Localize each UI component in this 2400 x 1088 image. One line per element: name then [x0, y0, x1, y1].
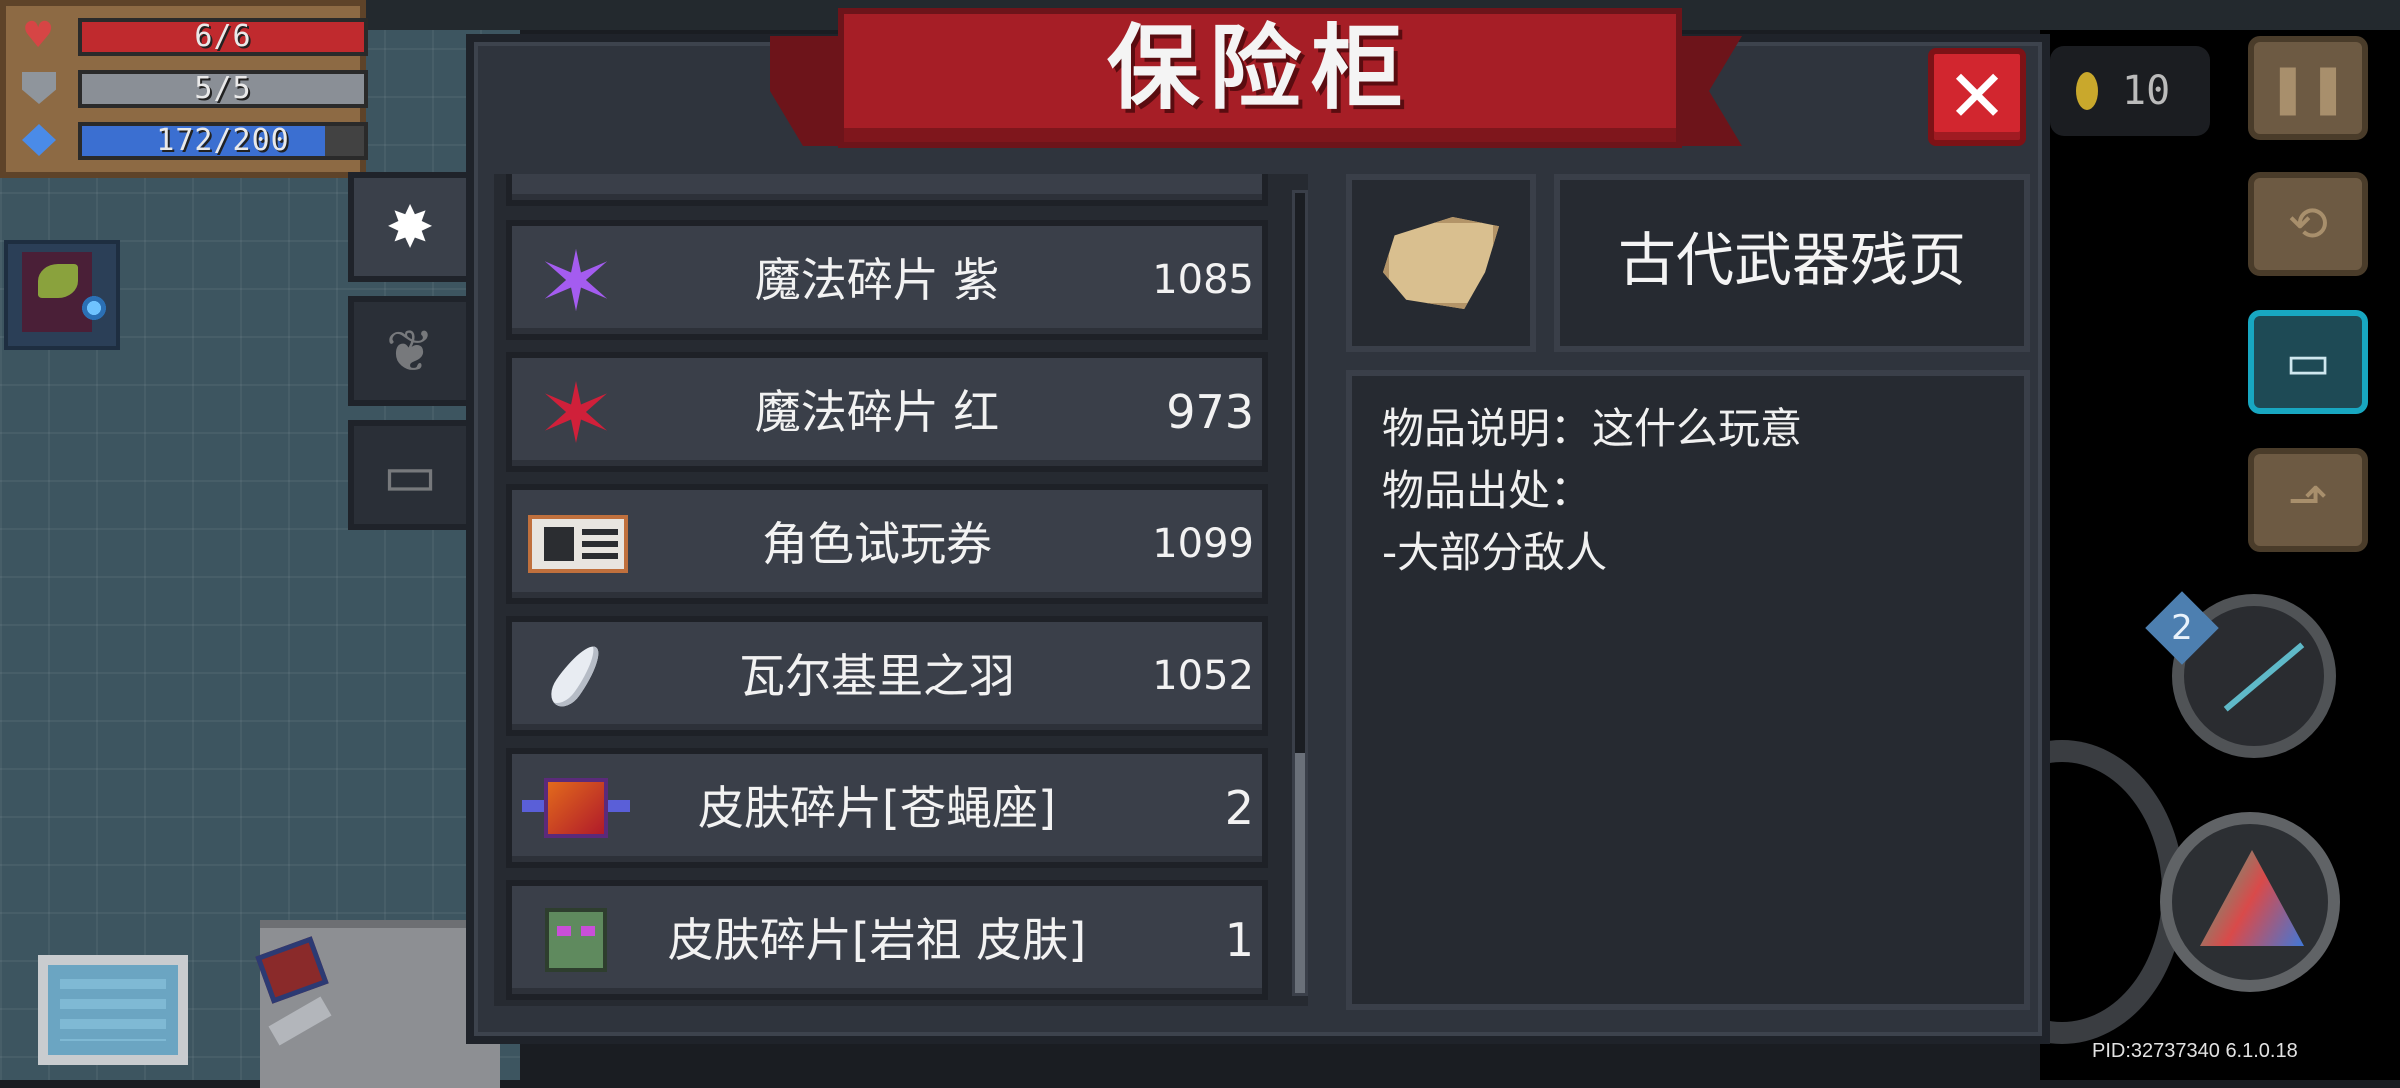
monitor-prop: [38, 955, 188, 1065]
plant-icon: ❦: [385, 317, 435, 385]
item-count: 1085: [1152, 257, 1254, 303]
armor-row: 5/5: [22, 68, 368, 108]
item-name: 皮肤碎片[苍蝇座]: [698, 781, 1056, 835]
health-row: ♥ 6/6: [22, 15, 368, 56]
health-value: 6/6: [194, 19, 252, 54]
coin-counter: 10: [2050, 46, 2210, 136]
item-name: 瓦尔基里之羽: [739, 649, 1015, 703]
item-count: 2: [1224, 781, 1254, 835]
item-name: 角色试玩券: [762, 517, 992, 571]
title-banner: 保险柜: [838, 8, 1682, 148]
health-bar: 6/6: [78, 18, 368, 56]
skin-fragment-fly-icon: [522, 776, 630, 840]
armor-bar: 5/5: [78, 70, 368, 108]
exit-button[interactable]: ⬏: [2248, 448, 2368, 552]
item-count: 973: [1166, 385, 1254, 439]
heart-icon: ♥: [22, 15, 55, 56]
inventory-icon: ▭: [2285, 334, 2331, 390]
skill-icon: [2200, 850, 2304, 946]
ticket-icon: ▭: [382, 441, 438, 509]
energy-value: 172/200: [156, 123, 290, 158]
close-button[interactable]: ✕: [1928, 48, 2026, 146]
list-item[interactable]: 皮肤碎片[岩祖 皮肤] 1: [506, 880, 1268, 1000]
list-item[interactable]: 角色试玩券 1099: [506, 484, 1268, 604]
energy-icon: [22, 124, 56, 156]
inventory-button[interactable]: ▭: [2248, 310, 2368, 414]
item-name: 魔法碎片 红: [754, 385, 1000, 439]
list-item[interactable]: 魔法碎片 红 973: [506, 352, 1268, 472]
detail-description: 物品说明：这什么玩意 物品出处： -大部分敌人: [1346, 370, 2030, 1010]
tab-materials[interactable]: ✸: [348, 172, 466, 282]
item-count: 1099: [1152, 521, 1254, 567]
list-scrollbar[interactable]: [1292, 190, 1308, 996]
pause-button[interactable]: ❚❚: [2248, 36, 2368, 140]
scrollbar-thumb[interactable]: [1295, 753, 1305, 993]
item-name: 魔法碎片 紫: [754, 253, 1000, 307]
plant-icon: [38, 264, 78, 298]
spark-icon: ✸: [385, 193, 435, 261]
feather-icon: [536, 639, 616, 713]
close-icon: ✕: [1946, 54, 2008, 138]
list-item[interactable]: 皮肤碎片[苍蝇座] 2: [506, 748, 1268, 868]
exit-icon: ⬏: [2287, 472, 2329, 528]
coin-icon: [2076, 72, 2098, 110]
item-name: 皮肤碎片[岩祖 皮肤]: [667, 913, 1087, 967]
tab-plants[interactable]: ❦: [348, 296, 466, 406]
list-item[interactable]: 瓦尔基里之羽 1052: [506, 616, 1268, 736]
swap-icon: ⟲: [2287, 196, 2329, 252]
purple-shard-icon: [536, 248, 616, 312]
item-count: 1052: [1152, 653, 1254, 699]
player-stats: ♥ 6/6 5/5 172/200: [0, 0, 368, 178]
list-item[interactable]: 魔法碎片 紫 1085: [506, 220, 1268, 340]
energy-bar: 172/200: [78, 122, 368, 160]
item-list[interactable]: 魔法碎片 紫 1085 魔法碎片 红 973 角色试玩券 1099 瓦尔基里之羽…: [494, 174, 1308, 1006]
red-shard-icon: [536, 380, 616, 444]
coin-value: 10: [2122, 68, 2171, 114]
item-source-label: 物品出处：: [1382, 466, 1593, 515]
swap-button[interactable]: ⟲: [2248, 172, 2368, 276]
list-item-partial[interactable]: [506, 174, 1268, 206]
item-count: 1: [1224, 913, 1254, 967]
dialog-title: 保险柜: [1106, 15, 1413, 122]
detail-icon-frame: [1346, 174, 1536, 352]
shield-icon: [22, 72, 56, 104]
bow-icon: [2223, 642, 2305, 712]
armor-value: 5/5: [194, 71, 252, 106]
flower-icon: [80, 294, 108, 322]
weapon-badge: 2: [2145, 591, 2219, 665]
item-source-value: -大部分敌人: [1382, 528, 1608, 577]
garden-plot[interactable]: [4, 240, 120, 350]
parchment-icon: [1383, 217, 1499, 309]
tab-tickets[interactable]: ▭: [348, 420, 466, 530]
pid-label: PID:32737340 6.1.0.18: [2092, 1040, 2298, 1062]
pause-icon: ❚❚: [2267, 60, 2349, 116]
energy-row: 172/200: [22, 120, 368, 160]
skill-button[interactable]: [2160, 812, 2340, 992]
detail-item-name: 古代武器残页: [1554, 174, 2030, 352]
item-description: 物品说明：这什么玩意: [1382, 404, 1803, 453]
